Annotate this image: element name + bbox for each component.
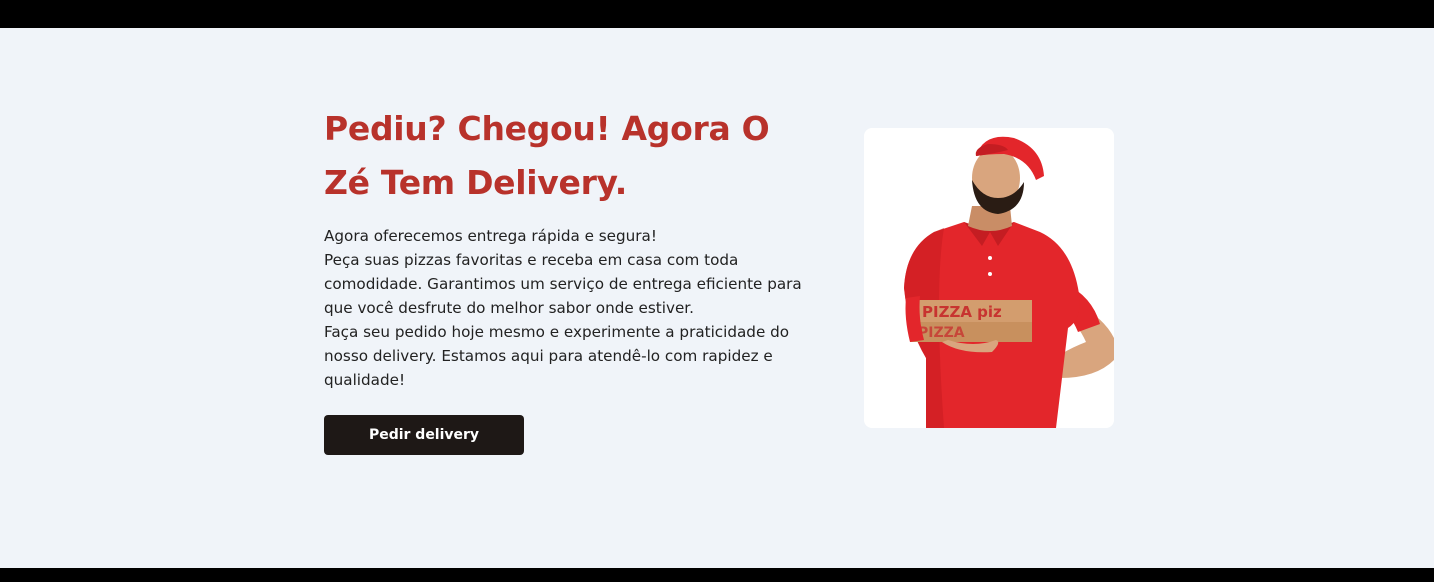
hero-section: Pediu? Chegou! Agora O Zé Tem Delivery. … xyxy=(0,28,1434,568)
pizza-box-label: PIZZA piz xyxy=(922,303,1002,321)
order-delivery-button[interactable]: Pedir delivery xyxy=(324,415,524,455)
hero-description: Agora oferecemos entrega rápida e segura… xyxy=(324,224,814,392)
bottom-black-bar xyxy=(0,568,1434,582)
top-black-bar xyxy=(0,0,1434,28)
svg-text:PIZZA: PIZZA xyxy=(918,325,965,341)
hero-description-line: Faça seu pedido hoje mesmo e experimente… xyxy=(324,323,790,389)
delivery-man-icon: PIZZA piz PIZZA xyxy=(904,136,1114,428)
delivery-man-image: PIZZA piz PIZZA xyxy=(864,128,1114,428)
hero-description-line: Agora oferecemos entrega rápida e segura… xyxy=(324,227,657,245)
hero-description-line: Peça suas pizzas favoritas e receba em c… xyxy=(324,251,802,317)
hero-text-column: Pediu? Chegou! Agora O Zé Tem Delivery. … xyxy=(324,102,824,392)
hero-title: Pediu? Chegou! Agora O Zé Tem Delivery. xyxy=(324,109,770,202)
